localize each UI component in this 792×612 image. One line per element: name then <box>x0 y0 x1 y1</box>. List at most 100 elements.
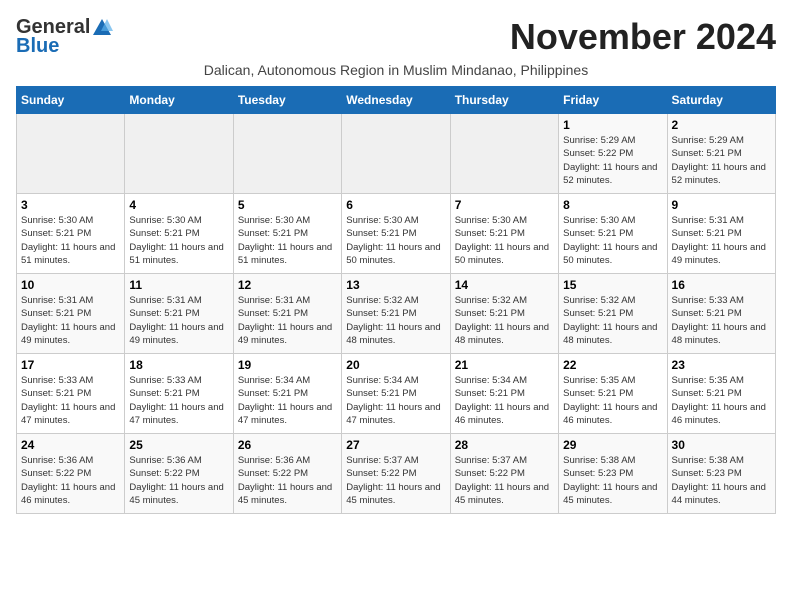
day-info: Sunrise: 5:34 AM Sunset: 5:21 PM Dayligh… <box>455 374 554 427</box>
calendar-cell: 12Sunrise: 5:31 AM Sunset: 5:21 PM Dayli… <box>233 274 341 354</box>
day-info: Sunrise: 5:33 AM Sunset: 5:21 PM Dayligh… <box>129 374 228 427</box>
day-info: Sunrise: 5:30 AM Sunset: 5:21 PM Dayligh… <box>455 214 554 267</box>
day-number: 26 <box>238 438 337 452</box>
day-number: 21 <box>455 358 554 372</box>
calendar-cell: 23Sunrise: 5:35 AM Sunset: 5:21 PM Dayli… <box>667 354 775 434</box>
day-info: Sunrise: 5:32 AM Sunset: 5:21 PM Dayligh… <box>455 294 554 347</box>
month-title: November 2024 <box>510 16 776 58</box>
day-number: 23 <box>672 358 771 372</box>
day-number: 14 <box>455 278 554 292</box>
calendar-cell: 11 Sunrise: 5:31 AM Sunset: 5:21 PM Dayli… <box>125 274 233 354</box>
calendar-cell: 30 Sunrise: 5:38 AM Sunset: 5:23 PM Dayli… <box>667 434 775 514</box>
day-info: Sunrise: 5:34 AM Sunset: 5:21 PM Dayligh… <box>346 374 445 427</box>
weekday-header-monday: Monday <box>125 87 233 114</box>
day-number: 11 <box>129 278 228 292</box>
day-info: Sunrise: 5:32 AM Sunset: 5:21 PM Dayligh… <box>346 294 445 347</box>
calendar-cell: 27Sunrise: 5:37 AM Sunset: 5:22 PM Dayli… <box>342 434 450 514</box>
day-info: Sunrise: 5:38 AM Sunset: 5:23 PM Dayligh… <box>563 454 662 507</box>
day-number: 19 <box>238 358 337 372</box>
calendar-cell: 18 Sunrise: 5:33 AM Sunset: 5:21 PM Dayli… <box>125 354 233 434</box>
day-number: 10 <box>21 278 120 292</box>
day-number: 1 <box>563 118 662 132</box>
day-number: 25 <box>129 438 228 452</box>
day-info: Sunrise: 5:29 AM Sunset: 5:22 PM Dayligh… <box>563 134 662 187</box>
day-info: Sunrise: 5:30 AM Sunset: 5:21 PM Dayligh… <box>238 214 337 267</box>
calendar-cell: 25 Sunrise: 5:36 AM Sunset: 5:22 PM Dayli… <box>125 434 233 514</box>
day-info: Sunrise: 5:37 AM Sunset: 5:22 PM Dayligh… <box>455 454 554 507</box>
day-number: 30 <box>672 438 771 452</box>
calendar-cell: 6 Sunrise: 5:30 AM Sunset: 5:21 PM Daylig… <box>342 194 450 274</box>
calendar-cell: 2 Sunrise: 5:29 AM Sunset: 5:21 PM Daylig… <box>667 114 775 194</box>
day-info: Sunrise: 5:33 AM Sunset: 5:21 PM Dayligh… <box>21 374 120 427</box>
day-info: Sunrise: 5:31 AM Sunset: 5:21 PM Dayligh… <box>21 294 120 347</box>
day-info: Sunrise: 5:36 AM Sunset: 5:22 PM Dayligh… <box>21 454 120 507</box>
weekday-header-sunday: Sunday <box>17 87 125 114</box>
day-number: 7 <box>455 198 554 212</box>
calendar-cell: 14 Sunrise: 5:32 AM Sunset: 5:21 PM Dayli… <box>450 274 558 354</box>
logo: General Blue <box>16 16 113 58</box>
calendar-cell: 1 Sunrise: 5:29 AM Sunset: 5:22 PM Daylig… <box>559 114 667 194</box>
day-number: 4 <box>129 198 228 212</box>
calendar-cell <box>233 114 341 194</box>
day-info: Sunrise: 5:33 AM Sunset: 5:21 PM Dayligh… <box>672 294 771 347</box>
page-header: General Blue November 2024 <box>16 16 776 58</box>
calendar-cell: 17 Sunrise: 5:33 AM Sunset: 5:21 PM Dayli… <box>17 354 125 434</box>
day-info: Sunrise: 5:31 AM Sunset: 5:21 PM Dayligh… <box>238 294 337 347</box>
calendar-cell: 26 Sunrise: 5:36 AM Sunset: 5:22 PM Dayli… <box>233 434 341 514</box>
day-number: 5 <box>238 198 337 212</box>
weekday-header-tuesday: Tuesday <box>233 87 341 114</box>
day-number: 18 <box>129 358 228 372</box>
day-info: Sunrise: 5:31 AM Sunset: 5:21 PM Dayligh… <box>672 214 771 267</box>
day-info: Sunrise: 5:32 AM Sunset: 5:21 PM Dayligh… <box>563 294 662 347</box>
day-number: 8 <box>563 198 662 212</box>
day-number: 13 <box>346 278 445 292</box>
day-info: Sunrise: 5:34 AM Sunset: 5:21 PM Dayligh… <box>238 374 337 427</box>
calendar-cell: 4 Sunrise: 5:30 AM Sunset: 5:21 PM Daylig… <box>125 194 233 274</box>
calendar-table: SundayMondayTuesdayWednesdayThursdayFrid… <box>16 86 776 514</box>
day-number: 27 <box>346 438 445 452</box>
calendar-cell <box>342 114 450 194</box>
day-info: Sunrise: 5:38 AM Sunset: 5:23 PM Dayligh… <box>672 454 771 507</box>
calendar-cell <box>450 114 558 194</box>
calendar-cell: 5 Sunrise: 5:30 AM Sunset: 5:21 PM Daylig… <box>233 194 341 274</box>
logo-icon <box>91 17 113 39</box>
day-number: 20 <box>346 358 445 372</box>
day-number: 2 <box>672 118 771 132</box>
day-info: Sunrise: 5:31 AM Sunset: 5:21 PM Dayligh… <box>129 294 228 347</box>
day-info: Sunrise: 5:30 AM Sunset: 5:21 PM Dayligh… <box>21 214 120 267</box>
calendar-cell: 3Sunrise: 5:30 AM Sunset: 5:21 PM Daylig… <box>17 194 125 274</box>
day-info: Sunrise: 5:30 AM Sunset: 5:21 PM Dayligh… <box>346 214 445 267</box>
weekday-header-saturday: Saturday <box>667 87 775 114</box>
day-info: Sunrise: 5:36 AM Sunset: 5:22 PM Dayligh… <box>238 454 337 507</box>
day-number: 17 <box>21 358 120 372</box>
calendar-cell: 10 Sunrise: 5:31 AM Sunset: 5:21 PM Dayli… <box>17 274 125 354</box>
day-info: Sunrise: 5:30 AM Sunset: 5:21 PM Dayligh… <box>129 214 228 267</box>
weekday-header-wednesday: Wednesday <box>342 87 450 114</box>
calendar-cell: 28 Sunrise: 5:37 AM Sunset: 5:22 PM Dayli… <box>450 434 558 514</box>
calendar-cell: 9 Sunrise: 5:31 AM Sunset: 5:21 PM Daylig… <box>667 194 775 274</box>
day-number: 22 <box>563 358 662 372</box>
calendar-cell: 15 Sunrise: 5:32 AM Sunset: 5:21 PM Dayli… <box>559 274 667 354</box>
day-number: 15 <box>563 278 662 292</box>
calendar-cell: 16 Sunrise: 5:33 AM Sunset: 5:21 PM Dayli… <box>667 274 775 354</box>
day-number: 28 <box>455 438 554 452</box>
day-number: 16 <box>672 278 771 292</box>
logo-blue: Blue <box>16 35 59 58</box>
calendar-cell: 7 Sunrise: 5:30 AM Sunset: 5:21 PM Daylig… <box>450 194 558 274</box>
day-info: Sunrise: 5:35 AM Sunset: 5:21 PM Dayligh… <box>563 374 662 427</box>
day-number: 24 <box>21 438 120 452</box>
calendar-cell: 24 Sunrise: 5:36 AM Sunset: 5:22 PM Dayli… <box>17 434 125 514</box>
day-info: Sunrise: 5:29 AM Sunset: 5:21 PM Dayligh… <box>672 134 771 187</box>
day-number: 9 <box>672 198 771 212</box>
calendar-cell <box>17 114 125 194</box>
day-info: Sunrise: 5:36 AM Sunset: 5:22 PM Dayligh… <box>129 454 228 507</box>
weekday-header-thursday: Thursday <box>450 87 558 114</box>
calendar-cell: 8 Sunrise: 5:30 AM Sunset: 5:21 PM Daylig… <box>559 194 667 274</box>
calendar-cell: 21 Sunrise: 5:34 AM Sunset: 5:21 PM Dayli… <box>450 354 558 434</box>
day-number: 6 <box>346 198 445 212</box>
day-info: Sunrise: 5:30 AM Sunset: 5:21 PM Dayligh… <box>563 214 662 267</box>
calendar-cell: 22 Sunrise: 5:35 AM Sunset: 5:21 PM Dayli… <box>559 354 667 434</box>
day-number: 29 <box>563 438 662 452</box>
calendar-cell <box>125 114 233 194</box>
weekday-header-friday: Friday <box>559 87 667 114</box>
